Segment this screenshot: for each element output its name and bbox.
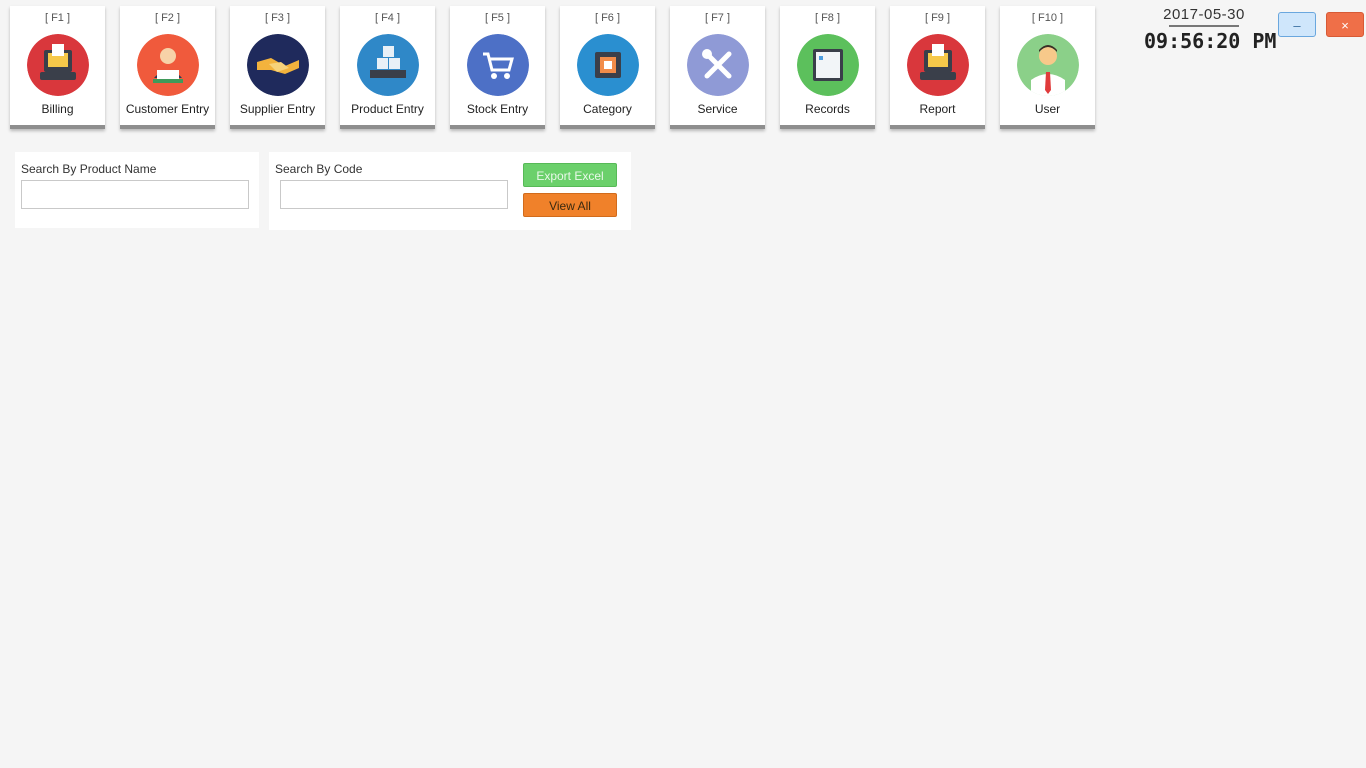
stock-entry-shortcut: [ F5 ] [484,12,511,24]
cart-icon [466,34,529,96]
records-shortcut: [ F8 ] [814,12,841,24]
clock-divider [1169,25,1239,27]
service-label: Service [697,102,738,116]
user-icon [1016,34,1079,96]
supplier-entry-label: Supplier Entry [239,102,316,116]
view-all-button[interactable]: View All [523,193,617,217]
user-tile[interactable]: [ F10 ] User [1000,6,1095,129]
billing-icon [26,34,89,96]
user-shortcut: [ F10 ] [1031,12,1064,24]
service-tile[interactable]: [ F7 ] Service [670,6,765,129]
close-button[interactable]: × [1326,12,1364,37]
tools-icon [686,34,749,96]
stock-entry-label: Stock Entry [466,102,529,116]
product-entry-label: Product Entry [351,102,424,116]
billing-shortcut: [ F1 ] [44,12,71,24]
product-entry-shortcut: [ F4 ] [374,12,401,24]
search-by-code-input[interactable] [280,180,508,209]
search-by-code-panel: Search By Code Export Excel View All [269,152,631,230]
report-tile[interactable]: [ F9 ] Report [890,6,985,129]
customer-icon [136,34,199,96]
customer-entry-shortcut: [ F2 ] [154,12,181,24]
category-label: Category [583,102,632,116]
clock: 2017-05-30 09:56:20 PM [1144,6,1277,53]
boxes-icon [356,34,419,96]
clock-date: 2017-05-30 [1163,6,1245,23]
customer-entry-label: Customer Entry [125,102,210,116]
user-label: User [1034,102,1061,116]
search-by-name-label: Search By Product Name [21,162,157,176]
search-by-name-panel: Search By Product Name [15,152,259,228]
report-label: Report [919,102,956,116]
billing-label: Billing [41,102,74,116]
category-shortcut: [ F6 ] [594,12,621,24]
export-excel-button[interactable]: Export Excel [523,163,617,187]
category-icon [576,34,639,96]
stock-entry-tile[interactable]: [ F5 ] Stock Entry [450,6,545,129]
billing-tile[interactable]: [ F1 ] Billing [10,6,105,129]
report-icon [906,34,969,96]
category-tile[interactable]: [ F6 ] Category [560,6,655,129]
records-label: Records [805,102,850,116]
service-shortcut: [ F7 ] [704,12,731,24]
product-entry-tile[interactable]: [ F4 ] Product Entry [340,6,435,129]
clock-time: 09:56:20 PM [1144,29,1277,53]
records-icon [796,34,859,96]
module-toolbar: [ F1 ] Billing [ F2 ] Customer Entry [F… [10,6,1095,129]
records-tile[interactable]: [ F8 ] Records [780,6,875,129]
search-by-name-input[interactable] [21,180,249,209]
supplier-entry-tile[interactable]: [ F3 ] Supplier Entry [230,6,325,129]
search-by-code-label: Search By Code [275,162,363,176]
minimize-button[interactable]: – [1278,12,1316,37]
handshake-icon [246,34,309,96]
supplier-entry-shortcut: [ F3 ] [264,12,291,24]
report-shortcut: [ F9 ] [924,12,951,24]
customer-entry-tile[interactable]: [ F2 ] Customer Entry [120,6,215,129]
